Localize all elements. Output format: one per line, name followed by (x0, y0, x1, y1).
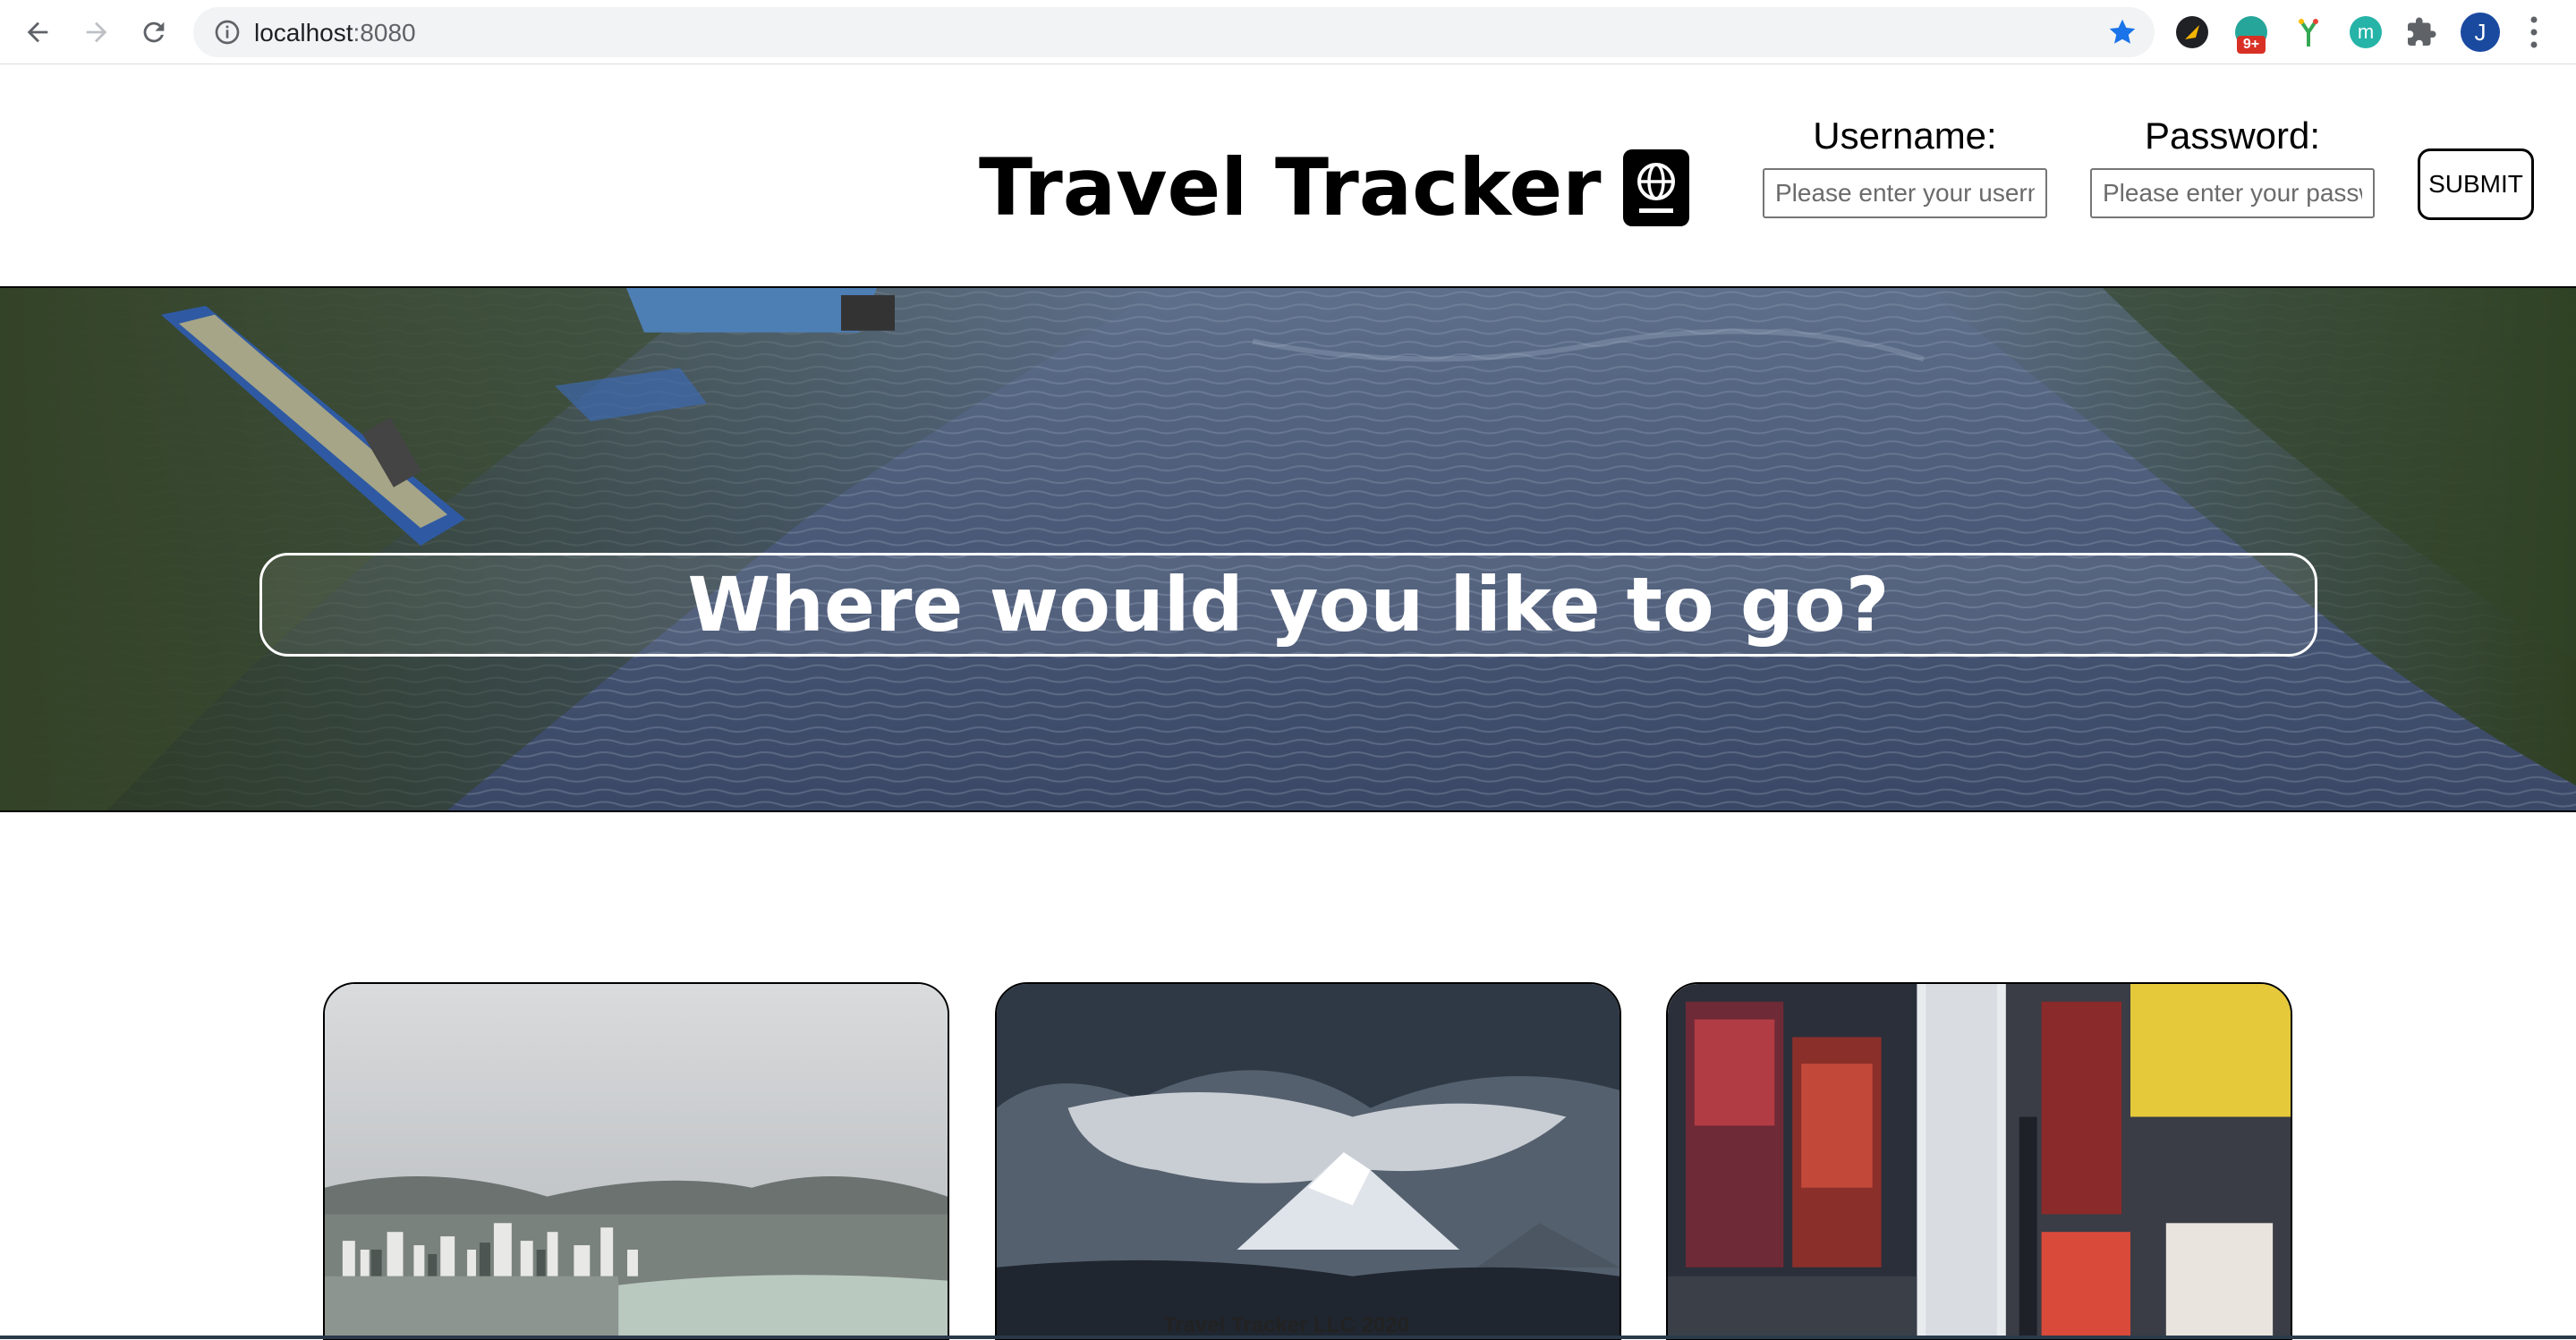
username-input[interactable] (1763, 168, 2047, 218)
browser-toolbar: localhost:8080 9+ m J (0, 0, 2576, 64)
destination-card-times-square[interactable] (1666, 982, 2292, 1340)
url-text: localhost:8080 (254, 19, 416, 47)
puzzle-icon[interactable] (2405, 16, 2437, 48)
site-header: Travel Tracker Username: Password: SUBMI… (0, 64, 2576, 286)
hero-water-image (0, 288, 2576, 810)
bookmark-star-icon[interactable] (2106, 16, 2138, 48)
address-bar[interactable]: localhost:8080 (193, 7, 2155, 57)
page-title: Travel Tracker (979, 141, 1602, 233)
submit-button[interactable]: SUBMIT (2418, 148, 2534, 220)
more-menu-icon[interactable] (2525, 14, 2543, 50)
destination-search[interactable]: Where would you like to go? (259, 553, 2317, 657)
brand: Travel Tracker (979, 141, 1689, 233)
password-label: Password: (2144, 114, 2321, 157)
username-group: Username: (1763, 114, 2047, 218)
password-group: Password: (2090, 114, 2375, 218)
passport-icon (1622, 148, 1689, 226)
url-port: :8080 (353, 19, 416, 47)
arrow-right-icon (86, 21, 107, 43)
hero-banner: Where would you like to go? (0, 286, 2576, 812)
snowy-volcano-image (997, 984, 1620, 1338)
username-label: Username: (1813, 114, 1997, 157)
extension-dark-icon[interactable] (2176, 16, 2208, 48)
reload-button[interactable] (134, 13, 174, 52)
info-icon[interactable] (213, 18, 242, 47)
coastal-city-image (325, 984, 948, 1338)
forward-button[interactable] (77, 13, 116, 52)
destination-card-coastal-city[interactable] (323, 982, 949, 1340)
password-input[interactable] (2090, 168, 2375, 218)
search-prompt: Where would you like to go? (687, 561, 1890, 649)
arrow-left-icon (27, 21, 48, 43)
extension-m-icon[interactable]: m (2350, 16, 2382, 48)
extension-plant-icon[interactable] (2292, 16, 2325, 48)
profile-avatar[interactable]: J (2461, 13, 2500, 52)
destination-card-snowy-volcano[interactable] (995, 982, 1621, 1340)
back-button[interactable] (18, 13, 57, 52)
footer-copyright: Travel Tracker LLC 2020 (1163, 1313, 1409, 1337)
reload-icon (143, 21, 165, 43)
times-square-image (1668, 984, 2291, 1338)
page-bottom-bar (0, 1336, 2576, 1339)
extension-badge: 9+ (2237, 36, 2266, 54)
url-host: localhost (254, 19, 353, 47)
